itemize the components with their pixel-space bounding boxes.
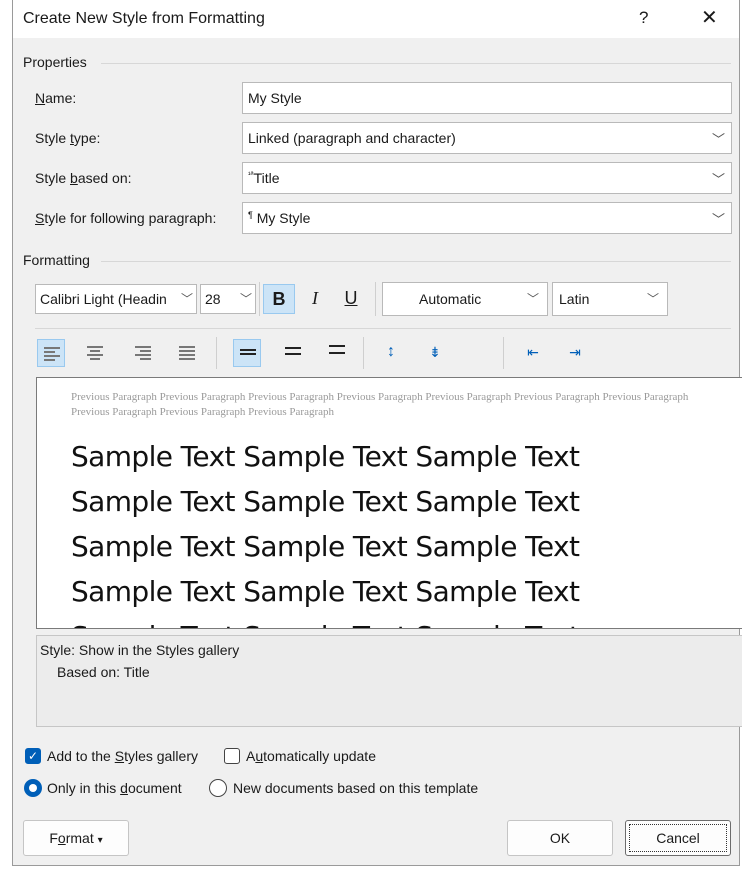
align-center-icon xyxy=(87,346,103,362)
toolbar-separator xyxy=(503,337,504,369)
sample-line: Sample Text Sample Text Sample Text xyxy=(71,614,580,628)
based-on-value: Title xyxy=(253,170,280,186)
add-to-gallery-label[interactable]: Add to the Styles gallery xyxy=(47,748,198,764)
ok-button[interactable]: OK xyxy=(507,820,613,856)
previous-paragraph-text: Previous Paragraph Previous Paragraph Pr… xyxy=(71,391,689,418)
close-icon[interactable]: ✕ xyxy=(701,5,718,30)
chevron-down-icon: ﹀ xyxy=(180,292,193,306)
font-size-select[interactable]: 28 ﹀ xyxy=(200,284,256,314)
sample-line: Sample Text Sample Text Sample Text xyxy=(71,485,580,518)
cancel-button[interactable]: Cancel xyxy=(625,820,731,856)
align-left-icon xyxy=(44,347,60,363)
font-color-value: Automatic xyxy=(419,291,482,307)
font-value: Calibri Light (Headin xyxy=(40,291,167,307)
name-label: Name: xyxy=(35,90,77,106)
single-spacing-button[interactable] xyxy=(233,339,261,367)
one-half-spacing-icon xyxy=(285,347,301,357)
paragraph-style-icon: ¶ xyxy=(248,210,253,220)
justify-button[interactable] xyxy=(173,339,201,367)
properties-divider xyxy=(101,63,731,64)
align-right-button[interactable] xyxy=(129,339,157,367)
name-value: My Style xyxy=(248,90,302,106)
script-select[interactable]: Latin ﹀ xyxy=(552,282,668,316)
chevron-down-icon: ﹀ xyxy=(711,172,725,187)
properties-group-label: Properties xyxy=(23,54,87,70)
formatting-group-label: Formatting xyxy=(23,252,90,268)
dropdown-arrow-icon: ▾ xyxy=(97,835,103,846)
toolbar-separator xyxy=(363,337,364,369)
style-description: Style: Show in the Styles gallery Based … xyxy=(36,635,742,727)
auto-update-checkbox[interactable] xyxy=(224,748,240,764)
toolbar-separator xyxy=(216,337,217,369)
chevron-down-icon: ﹀ xyxy=(711,132,725,147)
italic-button[interactable]: I xyxy=(299,284,331,314)
only-this-document-radio[interactable] xyxy=(24,779,42,797)
description-line: Based on: Title xyxy=(57,664,150,680)
sample-line: Sample Text Sample Text Sample Text xyxy=(71,440,580,473)
create-style-dialog: Create New Style from Formatting ? ✕ Pro… xyxy=(12,0,742,866)
underline-button[interactable]: U xyxy=(335,284,367,314)
double-spacing-button[interactable] xyxy=(323,339,351,367)
dialog-title: Create New Style from Formatting xyxy=(23,10,265,27)
toolbar-divider xyxy=(35,328,731,329)
font-size-value: 28 xyxy=(205,291,221,307)
increase-paragraph-spacing-icon[interactable]: ↕ xyxy=(377,339,405,367)
toolbar-separator xyxy=(375,282,376,316)
style-type-select[interactable]: Linked (paragraph and character) ﹀ xyxy=(242,122,732,154)
decrease-paragraph-spacing-icon[interactable]: ⇟ xyxy=(421,339,449,367)
chevron-down-icon: ﹀ xyxy=(526,292,539,306)
description-line: Style: Show in the Styles gallery xyxy=(40,642,240,658)
script-value: Latin xyxy=(559,291,590,307)
decrease-indent-icon[interactable]: ⇤ xyxy=(519,339,547,367)
sample-text: Sample Text Sample Text Sample Text Samp… xyxy=(71,434,580,628)
new-documents-radio[interactable] xyxy=(209,779,227,797)
align-left-button[interactable] xyxy=(37,339,65,367)
help-button[interactable]: ? xyxy=(639,8,648,28)
font-select[interactable]: Calibri Light (Headin ﹀ xyxy=(35,284,197,314)
one-half-spacing-button[interactable] xyxy=(279,339,307,367)
title-bar: Create New Style from Formatting ? ✕ xyxy=(13,0,739,38)
single-spacing-icon xyxy=(240,349,256,357)
align-center-button[interactable] xyxy=(81,339,109,367)
cancel-label: Cancel xyxy=(629,824,727,852)
style-type-label: Style type: xyxy=(35,130,101,146)
double-spacing-icon xyxy=(329,345,345,359)
increase-indent-icon[interactable]: ⇥ xyxy=(561,339,589,367)
chevron-down-icon: ﹀ xyxy=(239,292,252,306)
bold-button[interactable]: B xyxy=(263,284,295,314)
following-paragraph-value: My Style xyxy=(256,210,311,226)
style-preview: Previous Paragraph Previous Paragraph Pr… xyxy=(36,377,742,629)
style-type-value: Linked (paragraph and character) xyxy=(248,130,456,146)
justify-icon xyxy=(179,346,195,362)
auto-update-label[interactable]: Automatically update xyxy=(246,748,376,764)
chevron-down-icon: ﹀ xyxy=(646,292,659,306)
only-this-document-label[interactable]: Only in this document xyxy=(47,780,182,796)
chevron-down-icon: ﹀ xyxy=(711,212,725,227)
font-color-select[interactable]: Automatic ﹀ xyxy=(382,282,548,316)
align-right-icon xyxy=(135,346,151,362)
toolbar-separator xyxy=(259,282,260,316)
based-on-label: Style based on: xyxy=(35,170,132,186)
sample-line: Sample Text Sample Text Sample Text xyxy=(71,530,580,563)
following-paragraph-select[interactable]: ¶ My Style ﹀ xyxy=(242,202,732,234)
following-paragraph-label: Style for following paragraph: xyxy=(35,210,217,226)
formatting-divider xyxy=(101,261,731,262)
add-to-gallery-checkbox[interactable]: ✓ xyxy=(25,748,41,764)
based-on-select[interactable]: ¹ªTitle ﹀ xyxy=(242,162,732,194)
name-input[interactable]: My Style xyxy=(242,82,732,114)
format-button[interactable]: Format ▾ xyxy=(23,820,129,856)
sample-line: Sample Text Sample Text Sample Text xyxy=(71,575,580,608)
new-documents-label[interactable]: New documents based on this template xyxy=(233,780,478,796)
